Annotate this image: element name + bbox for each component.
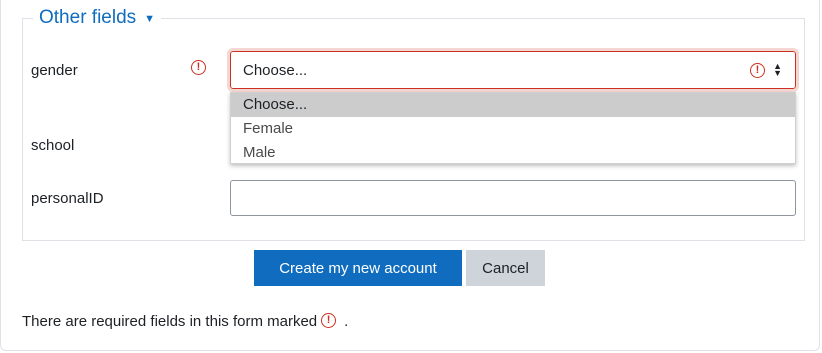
cancel-button[interactable]: Cancel [466,250,545,286]
gender-label: gender [31,62,78,79]
required-fields-note: There are required fields in this form m… [22,313,348,330]
personalid-label: personalID [31,190,104,207]
create-account-button[interactable]: Create my new account [254,250,462,286]
dropdown-option-choose[interactable]: Choose... [231,93,795,117]
caret-down-icon: ▼ [144,13,156,25]
section-toggle-other-fields[interactable]: Other fields ▼ [33,7,162,29]
dropdown-option-female[interactable]: Female [231,117,795,141]
select-arrows-icon: ▲ ▼ [773,61,782,78]
error-icon: ! [750,63,765,78]
gender-dropdown-list: Choose... Female Male [230,92,796,164]
section-title: Other fields [39,7,137,28]
dropdown-option-male[interactable]: Male [231,141,795,165]
gender-select[interactable]: Choose... ! ▲ ▼ [227,48,799,92]
required-icon: ! [191,60,206,75]
required-note-end: . [344,313,349,330]
required-icon: ! [321,313,337,328]
school-label: school [31,137,75,154]
personalid-input[interactable] [230,180,796,216]
signup-form-card: Other fields ▼ gender ! Choose... ! ▲ ▼ C… [0,0,820,351]
gender-select-value: Choose... [243,61,308,79]
required-note-text: There are required fields in this form m… [22,313,318,330]
